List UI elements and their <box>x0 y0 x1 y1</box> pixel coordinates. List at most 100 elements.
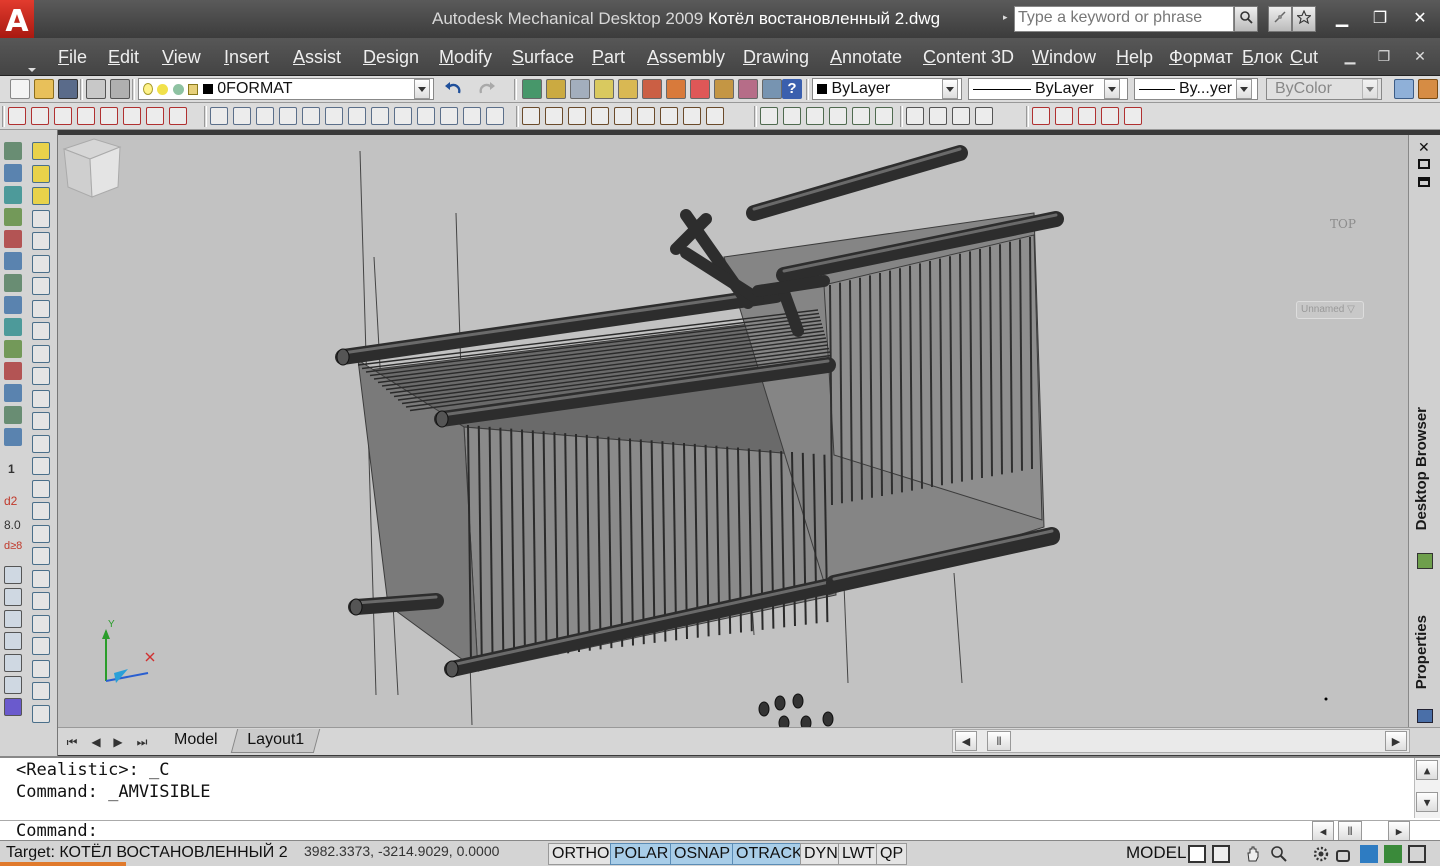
attribute-2d-icon[interactable] <box>32 637 50 655</box>
command-input-row[interactable]: Command: ◀ ⦀ ▶ <box>0 820 1440 842</box>
model-space-toggle[interactable]: MODEL <box>1126 843 1186 863</box>
scroll-up-button[interactable]: ▲ <box>1416 760 1438 780</box>
menu-assembly[interactable]: Assembly <box>647 47 725 68</box>
modify-tool-5-icon[interactable] <box>302 107 320 125</box>
menu-формат[interactable]: Формат <box>1169 47 1233 68</box>
status-toggle-otrack[interactable]: OTRACK <box>732 843 807 865</box>
window-close-button[interactable]: ✕ <box>1404 8 1436 30</box>
fix-tool-icon[interactable] <box>4 186 22 204</box>
spline-2d-icon[interactable] <box>32 277 50 295</box>
view-tool-2-icon[interactable] <box>783 107 801 125</box>
view-tool-3-icon[interactable] <box>806 107 824 125</box>
window-restore-button[interactable]: ❐ <box>1364 8 1396 30</box>
calc-icon[interactable] <box>594 79 614 99</box>
shell-tool-icon[interactable] <box>4 384 22 402</box>
command-scroll-thumb[interactable]: ⦀ <box>1338 821 1362 841</box>
color-dropdown-arrow[interactable] <box>942 79 958 99</box>
design-tool-4-icon[interactable] <box>77 107 95 125</box>
document-close-button[interactable]: ✕ <box>1408 48 1432 65</box>
named-views-dropdown[interactable]: Unnamed ▽ <box>1296 301 1364 319</box>
menu-window[interactable]: Window <box>1032 47 1096 68</box>
sheet-set-icon[interactable] <box>666 79 686 99</box>
drawing-viewport[interactable]: Y X TOP Unnamed ▽ <box>58 135 1408 727</box>
part-tool-4-icon[interactable] <box>591 107 609 125</box>
color-control-dropdown[interactable]: ByLayer <box>812 78 962 100</box>
circle-2d-icon[interactable] <box>32 344 50 363</box>
last-tab-button[interactable]: ⏭ <box>132 732 152 752</box>
status-toggle-ortho[interactable]: ORTHO <box>548 843 614 865</box>
menu-help[interactable]: Help <box>1116 47 1153 68</box>
plot-icon[interactable] <box>86 79 106 99</box>
modify-tool-8-icon[interactable] <box>371 107 389 125</box>
assembly-tool-4-icon[interactable] <box>975 107 993 125</box>
drawing-tool-4-icon[interactable] <box>1101 107 1119 125</box>
modify-tool-11-icon[interactable] <box>440 107 458 125</box>
status-toggle-qp[interactable]: QP <box>876 843 908 865</box>
field-icon[interactable] <box>738 79 758 99</box>
scroll-right-button[interactable]: ▶ <box>1385 731 1407 751</box>
modify-tool-6-icon[interactable] <box>325 107 343 125</box>
view-4-tool-icon[interactable] <box>4 632 22 650</box>
part-tool-8-icon[interactable] <box>683 107 701 125</box>
menu-view[interactable]: View <box>162 47 201 68</box>
view-6-tool-icon[interactable] <box>4 676 22 694</box>
open-file-icon[interactable] <box>34 79 54 99</box>
modify-tool-1-icon[interactable] <box>210 107 228 125</box>
layer-manager-icon[interactable] <box>110 79 130 99</box>
fillet-2d-2d-icon[interactable] <box>32 502 50 520</box>
document-restore-button[interactable]: ❐ <box>1372 48 1396 65</box>
viewcube-top-face[interactable]: TOP <box>1330 217 1356 231</box>
tab-layout1[interactable]: Layout1 <box>230 729 321 753</box>
dimension-d2-tool[interactable]: d2 <box>4 494 17 508</box>
constraint-tool-icon[interactable] <box>4 208 22 226</box>
fullscreen-icon[interactable] <box>1408 845 1426 863</box>
pan-icon[interactable] <box>1244 845 1262 863</box>
view-2-tool-icon[interactable] <box>4 588 22 606</box>
menu-блок[interactable]: Блок <box>1242 47 1282 68</box>
boiler-3d-model[interactable] <box>58 135 1408 727</box>
profile-tool-icon[interactable] <box>4 164 22 182</box>
menu-modify[interactable]: Modify <box>439 47 492 68</box>
extrude-tool-icon[interactable] <box>4 252 22 270</box>
clean-screen-icon[interactable] <box>1384 845 1402 863</box>
explode-2d-icon[interactable] <box>32 569 50 588</box>
next-tab-button[interactable]: ▶ <box>108 732 128 752</box>
modify-tool-4-icon[interactable] <box>279 107 297 125</box>
status-toggle-lwt[interactable]: LWT <box>838 843 879 865</box>
dimension-d8-tool[interactable]: d≥8 <box>4 540 22 552</box>
assembly-tool-2-icon[interactable] <box>929 107 947 125</box>
design-tool-8-icon[interactable] <box>169 107 187 125</box>
drawing-tool-5-icon[interactable] <box>1124 107 1142 125</box>
part-tool-3-icon[interactable] <box>568 107 586 125</box>
line-2d-icon[interactable] <box>32 232 50 250</box>
panel-close-icon[interactable]: ✕ <box>1418 139 1430 156</box>
tool-palettes-icon[interactable] <box>642 79 662 99</box>
modify-tool-10-icon[interactable] <box>417 107 435 125</box>
view-7-tool-icon[interactable] <box>4 698 22 716</box>
menu-design[interactable]: Design <box>363 47 419 68</box>
line-2-2d-icon[interactable] <box>32 659 50 678</box>
chamfer-tool-icon[interactable] <box>4 362 22 380</box>
drawing-tool-3-icon[interactable] <box>1078 107 1096 125</box>
menu-content-3d[interactable]: Content 3D <box>923 47 1014 68</box>
polygon-2d-icon[interactable] <box>32 322 50 340</box>
view-tool-5-icon[interactable] <box>852 107 870 125</box>
layer-1-tool[interactable]: 1 <box>8 462 15 476</box>
modify-tool-9-icon[interactable] <box>394 107 412 125</box>
trim-2d-icon[interactable] <box>32 457 50 475</box>
subscription-center-button[interactable] <box>1268 6 1292 32</box>
toggle-browser-icon[interactable] <box>1418 79 1438 99</box>
document-minimize-button[interactable]: ▁ <box>1338 48 1362 65</box>
part-tool-7-icon[interactable] <box>660 107 678 125</box>
hatch-icon[interactable] <box>546 79 566 99</box>
status-toggle-osnap[interactable]: OSNAP <box>670 843 735 865</box>
menu-file[interactable]: File <box>58 47 87 68</box>
modify-tool-7-icon[interactable] <box>348 107 366 125</box>
scroll-left-button[interactable]: ◀ <box>955 731 977 751</box>
desktop-browser-tab[interactable]: Desktop Browser <box>1413 407 1437 530</box>
table-icon[interactable] <box>570 79 590 99</box>
view-tool-4-icon[interactable] <box>829 107 847 125</box>
status-toggle-dyn[interactable]: DYN <box>800 843 842 865</box>
lineweight-dropdown-arrow[interactable] <box>1236 79 1252 99</box>
dim-2d-icon[interactable] <box>32 704 50 723</box>
